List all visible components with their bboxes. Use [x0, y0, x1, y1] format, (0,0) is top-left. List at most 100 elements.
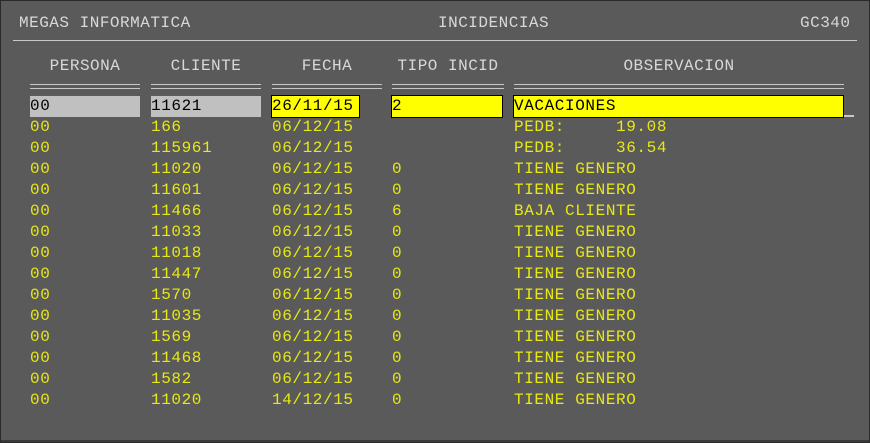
row-cliente: 11020: [151, 160, 203, 178]
table-row[interactable]: 00 11468 06/12/15 0 TIENE GENERO: [1, 348, 870, 369]
row-persona: 00: [30, 139, 51, 157]
row-cliente: 11033: [151, 223, 203, 241]
row-tipo: 0: [392, 265, 403, 283]
col-underline-fecha: [272, 84, 382, 89]
table-row[interactable]: 00 11601 06/12/15 0 TIENE GENERO: [1, 180, 870, 201]
row-cliente: 11601: [151, 181, 203, 199]
row-tipo: 0: [392, 160, 403, 178]
row-fecha: 06/12/15: [272, 223, 354, 241]
row-persona: 00: [30, 181, 51, 199]
row-persona: 00: [30, 118, 51, 136]
col-underline-tipo: [392, 84, 504, 89]
row-persona: 00: [30, 265, 51, 283]
observacion-input[interactable]: VACACIONES: [513, 95, 844, 118]
table-row[interactable]: 00 11020 14/12/15 0 TIENE GENERO: [1, 390, 870, 411]
row-observacion: TIENE GENERO: [514, 307, 637, 325]
row-observacion: BAJA CLIENTE: [514, 202, 637, 220]
row-fecha: 06/12/15: [272, 265, 354, 283]
company-name: MEGAS INFORMATICA: [19, 14, 191, 32]
col-header-observacion: OBSERVACION: [623, 57, 735, 75]
row-persona: 00: [30, 202, 51, 220]
table-row[interactable]: 00 11020 06/12/15 0 TIENE GENERO: [1, 159, 870, 180]
row-cliente: 166: [151, 118, 182, 136]
row-observacion: TIENE GENERO: [514, 265, 637, 283]
row-tipo: 0: [392, 328, 403, 346]
row-observacion: TIENE GENERO: [514, 328, 637, 346]
row-persona: 00: [30, 286, 51, 304]
col-underline-observacion: [514, 84, 844, 89]
row-cliente: 1570: [151, 286, 192, 304]
row-cliente: 11447: [151, 265, 203, 283]
row-fecha: 06/12/15: [272, 118, 354, 136]
screen-code: GC340: [800, 14, 851, 32]
row-tipo: 0: [392, 349, 403, 367]
persona-input[interactable]: 00: [30, 96, 140, 117]
row-cliente: 115961: [151, 139, 213, 157]
table-row[interactable]: 00 11033 06/12/15 0 TIENE GENERO: [1, 222, 870, 243]
row-fecha: 06/12/15: [272, 202, 354, 220]
row-persona: 00: [30, 307, 51, 325]
row-fecha: 06/12/15: [272, 307, 354, 325]
row-observacion: TIENE GENERO: [514, 223, 637, 241]
row-observacion: TIENE GENERO: [514, 370, 637, 388]
row-tipo: 0: [392, 391, 403, 409]
row-tipo: 6: [392, 202, 403, 220]
col-header-persona: PERSONA: [49, 57, 121, 75]
row-observacion: TIENE GENERO: [514, 349, 637, 367]
col-underline-persona: [30, 84, 140, 89]
tipo-incid-input[interactable]: 2: [391, 95, 503, 118]
row-fecha: 14/12/15: [272, 391, 354, 409]
row-cliente: 1569: [151, 328, 192, 346]
row-persona: 00: [30, 328, 51, 346]
row-observacion: PEDB: 36.54: [514, 139, 668, 157]
table-row[interactable]: 00 11018 06/12/15 0 TIENE GENERO: [1, 243, 870, 264]
row-cliente: 11466: [151, 202, 203, 220]
row-observacion: TIENE GENERO: [514, 244, 637, 262]
row-observacion: TIENE GENERO: [514, 160, 637, 178]
row-fecha: 06/12/15: [272, 286, 354, 304]
row-persona: 00: [30, 244, 51, 262]
row-tipo: 0: [392, 370, 403, 388]
table-row[interactable]: 00 115961 06/12/15 PEDB: 36.54: [1, 138, 870, 159]
row-tipo: 0: [392, 181, 403, 199]
table-row[interactable]: 00 11466 06/12/15 6 BAJA CLIENTE: [1, 201, 870, 222]
col-header-fecha: FECHA: [301, 57, 353, 75]
row-observacion: TIENE GENERO: [514, 391, 637, 409]
row-fecha: 06/12/15: [272, 160, 354, 178]
row-cliente: 11018: [151, 244, 203, 262]
row-persona: 00: [30, 160, 51, 178]
row-persona: 00: [30, 370, 51, 388]
table-row[interactable]: 00 11447 06/12/15 0 TIENE GENERO: [1, 264, 870, 285]
table-row[interactable]: 00 11035 06/12/15 0 TIENE GENERO: [1, 306, 870, 327]
row-observacion: TIENE GENERO: [514, 286, 637, 304]
row-cliente: 11468: [151, 349, 203, 367]
table-row[interactable]: 00 1582 06/12/15 0 TIENE GENERO: [1, 369, 870, 390]
table-row[interactable]: 00 1570 06/12/15 0 TIENE GENERO: [1, 285, 870, 306]
row-cliente: 11020: [151, 391, 203, 409]
row-observacion: PEDB: 19.08: [514, 118, 668, 136]
row-observacion: TIENE GENERO: [514, 181, 637, 199]
table-row[interactable]: 00 166 06/12/15 PEDB: 19.08: [1, 117, 870, 138]
col-underline-cliente: [151, 84, 261, 89]
col-header-tipo: TIPO INCID: [397, 57, 499, 75]
row-cliente: 11035: [151, 307, 203, 325]
row-cliente: 1582: [151, 370, 192, 388]
terminal-screen: MEGAS INFORMATICA INCIDENCIAS GC340 PERS…: [0, 0, 870, 443]
row-tipo: 0: [392, 307, 403, 325]
fecha-input[interactable]: 26/11/15: [271, 95, 360, 118]
row-tipo: 0: [392, 286, 403, 304]
row-persona: 00: [30, 223, 51, 241]
row-fecha: 06/12/15: [272, 328, 354, 346]
header-divider: [13, 40, 857, 41]
screen-title: INCIDENCIAS: [438, 14, 550, 32]
row-fecha: 06/12/15: [272, 181, 354, 199]
col-header-cliente: CLIENTE: [170, 57, 242, 75]
cliente-input[interactable]: 11621: [151, 96, 261, 117]
row-fecha: 06/12/15: [272, 370, 354, 388]
table-row[interactable]: 00 1569 06/12/15 0 TIENE GENERO: [1, 327, 870, 348]
row-tipo: 0: [392, 244, 403, 262]
row-fecha: 06/12/15: [272, 139, 354, 157]
bottom-border: [1, 440, 869, 442]
row-persona: 00: [30, 349, 51, 367]
row-tipo: 0: [392, 223, 403, 241]
